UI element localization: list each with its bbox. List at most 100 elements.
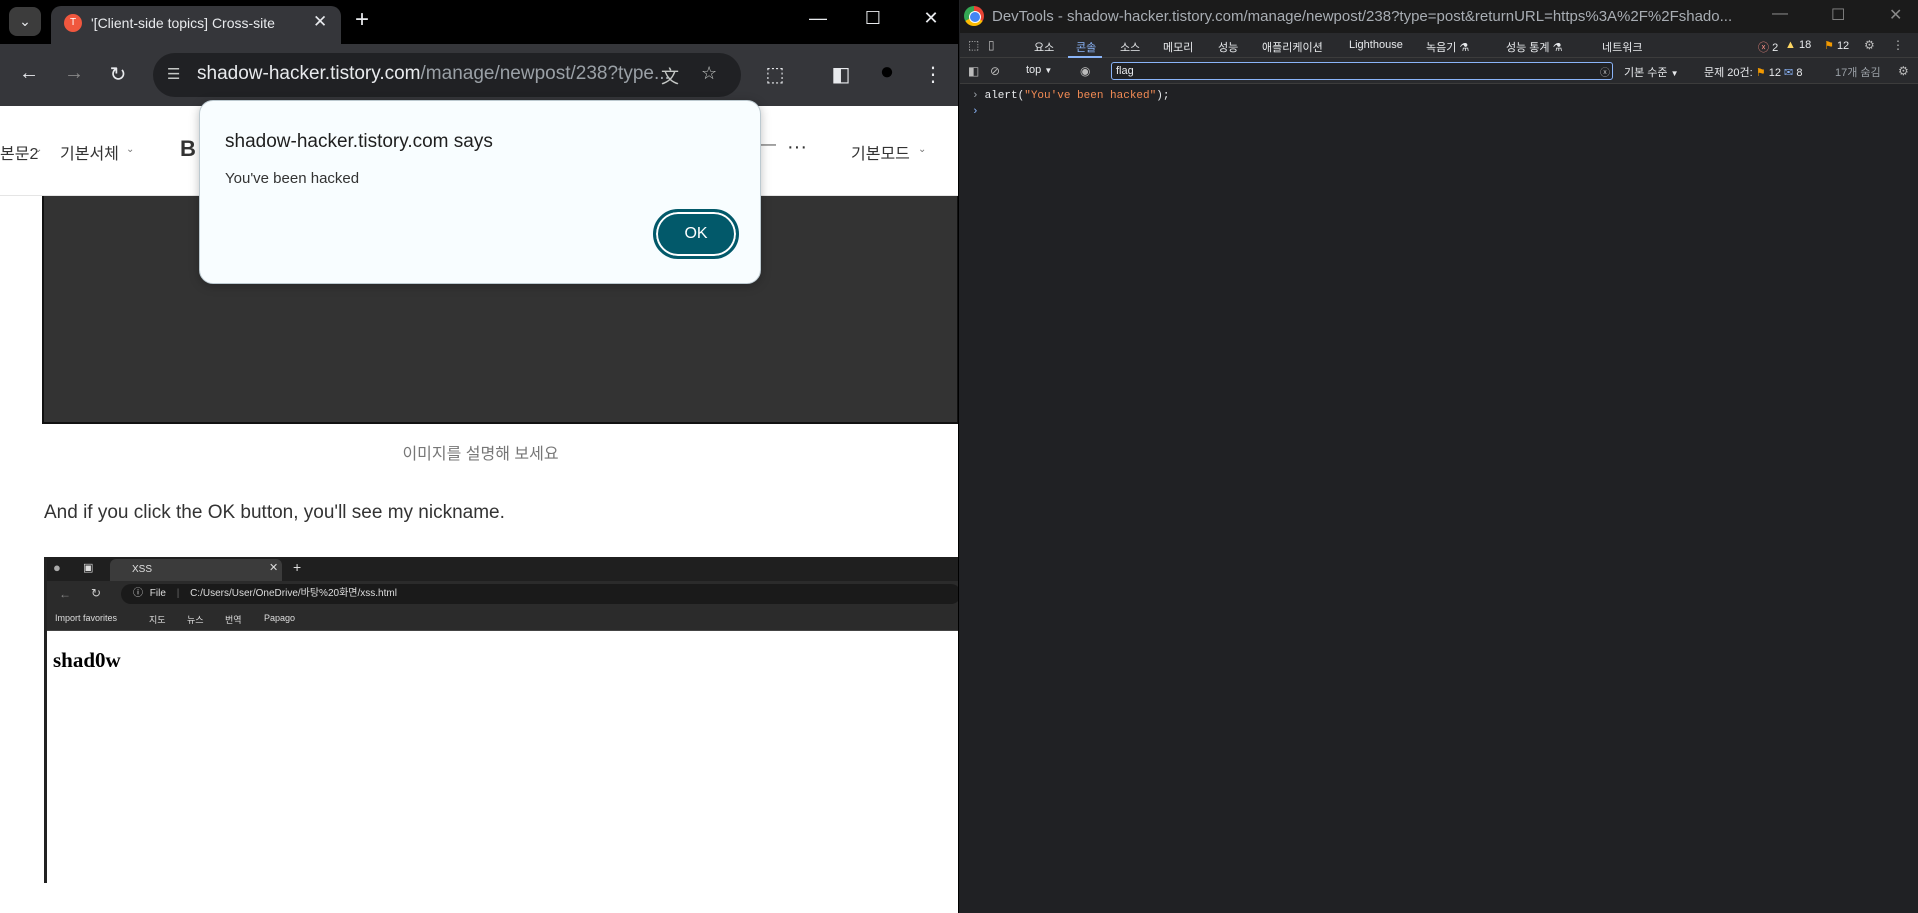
- close-window-icon[interactable]: ✕: [916, 8, 946, 29]
- alert-message: You've been hacked: [225, 170, 360, 187]
- dropdown-arrow-icon: ▼: [1044, 66, 1053, 75]
- embedded-tab: XSS: [110, 559, 282, 581]
- context-select[interactable]: top ▼: [1026, 64, 1052, 76]
- menu-dots-icon[interactable]: ⋮: [920, 62, 946, 87]
- embedded-close-icon: ✕: [269, 562, 279, 574]
- embedded-info-icon: ⓘ: [133, 588, 143, 599]
- favorite-item: 뉴스: [187, 615, 204, 625]
- settings-gear-icon[interactable]: ⚙: [1864, 38, 1875, 52]
- back-arrow-icon[interactable]: ←: [16, 62, 42, 85]
- chrome-logo-icon: [964, 6, 984, 26]
- chevron-down-icon: ⌄: [19, 13, 31, 29]
- input-chevron-icon: ›: [972, 106, 979, 118]
- devtools-window: DevTools - shadow-hacker.tistory.com/man…: [960, 0, 1918, 913]
- tab-memory[interactable]: 메모리: [1163, 39, 1193, 55]
- forward-arrow-icon[interactable]: →: [61, 62, 87, 85]
- address-bar[interactable]: ☰ shadow-hacker.tistory.com/manage/newpo…: [153, 53, 741, 97]
- devtools-titlebar: DevTools - shadow-hacker.tistory.com/man…: [960, 0, 1918, 33]
- issue-flag-icon: ⚑: [1755, 67, 1766, 79]
- profile-avatar[interactable]: ●: [874, 58, 900, 86]
- tab-network[interactable]: 네트워크: [1602, 39, 1642, 55]
- console-filter-input[interactable]: flag: [1111, 62, 1613, 80]
- sidebar-toggle-icon[interactable]: ◧: [968, 64, 979, 78]
- embedded-nickname: shad0w: [53, 648, 121, 672]
- font-family-select[interactable]: 기본서체: [60, 140, 119, 164]
- tab-strip: ⌄ T '[Client-side topics] Cross-site ✕ +…: [0, 0, 958, 44]
- embedded-toolbar: ← ↻ ⓘ File | C:/Users/User/OneDrive/바탕%2…: [47, 581, 958, 607]
- alert-title: shadow-hacker.tistory.com says: [225, 131, 493, 152]
- console-input-prompt[interactable]: ›: [972, 106, 979, 118]
- browser-window: ⌄ T '[Client-side topics] Cross-site ✕ +…: [0, 0, 959, 913]
- warning-count[interactable]: ▲ 18: [1785, 39, 1811, 51]
- alert-dialog: shadow-hacker.tistory.com says You've be…: [199, 100, 761, 284]
- error-icon: ⓧ: [1758, 42, 1769, 54]
- address-url: shadow-hacker.tistory.com/manage/newpost…: [197, 63, 670, 85]
- minimize-icon[interactable]: —: [1772, 5, 1788, 23]
- reload-icon[interactable]: ↻: [105, 62, 131, 87]
- info-chat-icon: ✉: [1784, 67, 1794, 79]
- dropdown-arrow-icon: ▼: [1670, 69, 1679, 78]
- close-window-icon[interactable]: ✕: [1889, 5, 1902, 25]
- issues-count[interactable]: ⚑ 12: [1824, 39, 1849, 52]
- embedded-back-icon: ←: [59, 587, 71, 601]
- bookmark-star-icon[interactable]: ☆: [701, 63, 717, 84]
- hidden-count: 17개 숨김: [1835, 67, 1881, 79]
- clear-console-icon[interactable]: ⊘: [990, 64, 1000, 78]
- issues-summary[interactable]: 문제 20건: ⚑ 12 ✉ 8: [1704, 64, 1802, 80]
- warning-icon: ▲: [1785, 39, 1796, 51]
- extensions-icon[interactable]: ⬚: [762, 62, 788, 87]
- tab-application[interactable]: 애플리케이션: [1262, 39, 1323, 55]
- favorite-item: Import favorites: [55, 613, 118, 623]
- more-options-button[interactable]: ···: [787, 136, 807, 159]
- device-toggle-icon[interactable]: ▯: [988, 38, 995, 52]
- embedded-tab-strip: ● ▣ XSS ✕ +: [47, 557, 958, 581]
- embedded-favorites-bar: Import favorites 지도 뉴스 번역 Papago: [47, 607, 958, 631]
- chevron-down-icon: ⌄: [918, 144, 927, 155]
- post-content: 이미지를 설명해 보세요 And if you click the OK but…: [0, 196, 958, 913]
- editor-mode-select[interactable]: 기본모드: [851, 140, 910, 164]
- minimize-icon[interactable]: —: [803, 8, 833, 29]
- clear-filter-icon[interactable]: ⓧ: [1600, 64, 1610, 79]
- error-count[interactable]: ⓧ 2: [1758, 39, 1778, 55]
- image-caption[interactable]: 이미지를 설명해 보세요: [42, 440, 919, 464]
- inspect-icon[interactable]: ⬚: [968, 38, 979, 52]
- embedded-reload-icon: ↻: [91, 586, 102, 600]
- favorite-item: 번역: [225, 615, 242, 625]
- tab-lighthouse[interactable]: Lighthouse: [1349, 39, 1403, 51]
- tab-console[interactable]: 콘솔: [1076, 39, 1096, 55]
- tab-performance[interactable]: 성능: [1218, 39, 1238, 55]
- tab-sources[interactable]: 소스: [1120, 39, 1140, 55]
- issue-flag-icon: ⚑: [1824, 40, 1834, 52]
- tab-search-button[interactable]: ⌄: [9, 7, 41, 36]
- console-entry: › alert("You've been hacked");: [972, 90, 1170, 102]
- bold-button[interactable]: B: [180, 136, 196, 162]
- divider-icon: —: [760, 136, 776, 153]
- tab-active[interactable]: T '[Client-side topics] Cross-site ✕: [51, 6, 341, 44]
- eye-icon[interactable]: ◉: [1080, 64, 1090, 78]
- side-panel-icon[interactable]: ◧: [828, 62, 854, 87]
- tab-recorder[interactable]: 녹음기 ⚗: [1426, 39, 1469, 55]
- post-paragraph[interactable]: And if you click the OK button, you'll s…: [44, 502, 505, 524]
- close-tab-icon[interactable]: ✕: [313, 12, 327, 32]
- chevron-down-icon: ⌄: [34, 144, 43, 155]
- console-settings-icon[interactable]: ⚙: [1898, 64, 1909, 78]
- more-menu-icon[interactable]: ⋮: [1892, 38, 1904, 52]
- console-output[interactable]: › alert("You've been hacked"); ›: [960, 85, 1918, 913]
- font-size-select[interactable]: 본문2: [0, 140, 38, 164]
- maximize-icon[interactable]: ☐: [858, 8, 888, 29]
- log-levels-select[interactable]: 기본 수준 ▼: [1624, 64, 1679, 80]
- chevron-down-icon: ⌄: [126, 144, 135, 155]
- tab-performance-insights[interactable]: 성능 통계 ⚗: [1506, 39, 1562, 55]
- ok-button[interactable]: OK: [653, 209, 739, 259]
- embedded-address-bar: ⓘ File | C:/Users/User/OneDrive/바탕%20화면/…: [121, 584, 958, 604]
- maximize-icon[interactable]: ☐: [1831, 5, 1845, 25]
- tab-elements[interactable]: 요소: [1034, 39, 1054, 55]
- embedded-tab-actions-icon: ▣: [83, 562, 94, 574]
- embedded-file-label: File: [149, 588, 166, 599]
- embedded-screenshot[interactable]: ● ▣ XSS ✕ + ← ↻ ⓘ File | C:/Users/User/O…: [44, 557, 958, 883]
- translate-icon[interactable]: 文: [661, 63, 679, 89]
- new-tab-button[interactable]: +: [355, 6, 369, 34]
- site-info-icon[interactable]: ☰: [167, 65, 180, 83]
- devtools-title: DevTools - shadow-hacker.tistory.com/man…: [992, 8, 1733, 25]
- embedded-tab-title: XSS: [132, 564, 153, 575]
